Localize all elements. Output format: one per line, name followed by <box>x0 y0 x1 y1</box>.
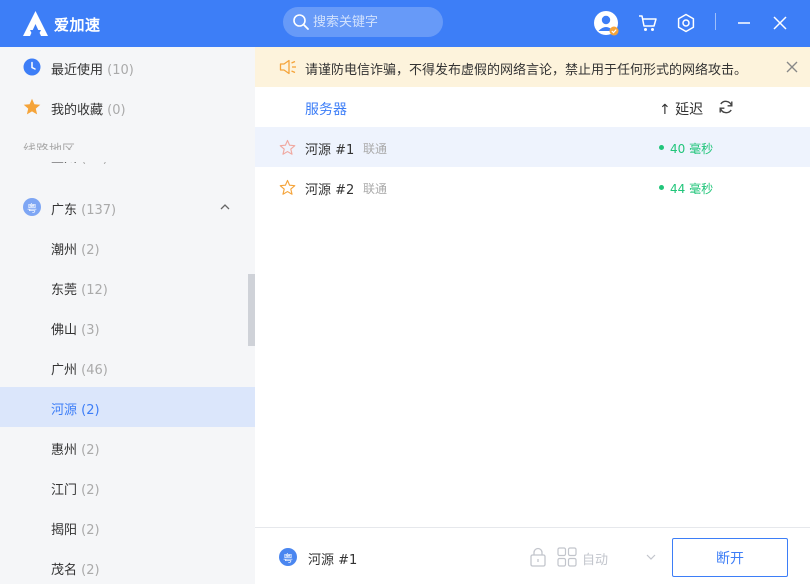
sidebar-item-label: 河源 <box>51 403 78 418</box>
sidebar-item-label: 我的收藏 <box>51 103 104 118</box>
sidebar-item-count: (2) <box>81 483 100 498</box>
disconnect-button[interactable]: 断开 <box>672 538 788 577</box>
sidebar-item-city[interactable]: 江门 (2) <box>0 467 255 507</box>
server-row[interactable]: 河源 #1 联通 40 毫秒 <box>255 127 810 167</box>
title-bar: 爱加速 <box>0 0 810 47</box>
column-header-latency[interactable]: ↑ 延迟 <box>659 99 703 119</box>
minimize-button[interactable] <box>730 9 758 37</box>
search-icon <box>293 14 309 30</box>
region-badge-icon: 粤 <box>279 548 297 566</box>
table-header: 服务器 ↑ 延迟 <box>255 87 810 127</box>
lock-icon[interactable] <box>529 547 547 567</box>
close-icon[interactable] <box>785 60 799 74</box>
status-dot <box>659 145 664 150</box>
sidebar-item-recent[interactable]: 最近使用 (10) <box>0 47 255 87</box>
user-avatar-button[interactable] <box>592 9 620 37</box>
sidebar-item-label: 佛山 <box>51 323 78 338</box>
sidebar-item-label: 东莞 <box>51 283 78 298</box>
sidebar-item-count: (2) <box>81 443 100 458</box>
grid-icon[interactable] <box>557 547 577 567</box>
server-latency: 44 毫秒 <box>659 180 713 197</box>
server-latency: 40 毫秒 <box>659 140 713 157</box>
server-isp: 联通 <box>363 142 388 156</box>
sidebar-item-favorites[interactable]: 我的收藏 (0) <box>0 87 255 127</box>
cart-button[interactable] <box>634 9 662 37</box>
notice-banner: 请谨防电信诈骗，不得发布虚假的网络言论，禁止用于任何形式的网络攻击。 <box>255 47 810 87</box>
chevron-up-icon[interactable] <box>219 201 231 213</box>
close-icon <box>773 16 787 30</box>
current-server: 河源 #1 <box>308 553 358 568</box>
sidebar-item-count: (12) <box>81 283 108 298</box>
sidebar-item-city[interactable]: 潮州 (2) <box>0 227 255 267</box>
main-panel: 请谨防电信诈骗，不得发布虚假的网络言论，禁止用于任何形式的网络攻击。 服务器 ↑… <box>255 47 810 584</box>
server-row[interactable]: 河源 #2 联通 44 毫秒 <box>255 167 810 207</box>
sidebar-item-label: 广东 <box>51 203 78 218</box>
sidebar-item-count: (2) <box>81 403 100 418</box>
sidebar-item-count: (137) <box>81 203 117 218</box>
star-icon <box>23 98 41 115</box>
bottom-bar: 粤 河源 #1 自动 断开 <box>255 527 810 584</box>
sidebar-item-city[interactable]: 广州 (46) <box>0 347 255 387</box>
sidebar-item-count: (0) <box>107 103 126 118</box>
sidebar-item-count: (2) <box>81 563 100 578</box>
app-name: 爱加速 <box>54 16 101 34</box>
section-mask <box>0 150 248 162</box>
sidebar-item-label: 潮州 <box>51 243 78 258</box>
chevron-down-icon[interactable] <box>646 553 656 561</box>
mode-select[interactable]: 自动 <box>582 549 608 568</box>
sidebar: 最近使用 (10) 我的收藏 (0) 线路地区 兰州 (39) 粤 广东 (13… <box>0 47 255 584</box>
server-name: 河源 #1 <box>305 143 355 158</box>
sidebar-item-count: (10) <box>107 63 134 78</box>
sidebar-item-city[interactable]: 茂名 (2) <box>0 547 255 584</box>
clock-icon <box>23 58 41 76</box>
star-outline-icon[interactable] <box>279 179 296 196</box>
titlebar-divider <box>715 13 716 30</box>
settings-button[interactable] <box>672 9 700 37</box>
sidebar-item-label: 江门 <box>51 483 78 498</box>
star-outline-icon[interactable] <box>279 139 296 156</box>
column-header-server[interactable]: 服务器 <box>305 99 347 119</box>
refresh-icon[interactable] <box>718 99 734 115</box>
search-input[interactable] <box>313 7 438 37</box>
search-box[interactable] <box>283 7 443 37</box>
user-avatar-icon <box>594 11 619 36</box>
sidebar-item-label: 茂名 <box>51 563 78 578</box>
status-dot <box>659 185 664 190</box>
region-badge-icon: 粤 <box>23 198 41 216</box>
sidebar-item-count: (3) <box>81 323 100 338</box>
sidebar-item-label: 惠州 <box>51 443 78 458</box>
sidebar-item-guangdong[interactable]: 粤 广东 (137) <box>0 187 255 227</box>
sidebar-item-label: 揭阳 <box>51 523 78 538</box>
notice-text: 请谨防电信诈骗，不得发布虚假的网络言论，禁止用于任何形式的网络攻击。 <box>305 63 748 78</box>
sidebar-item-city[interactable]: 惠州 (2) <box>0 427 255 467</box>
cart-icon <box>639 15 657 31</box>
sidebar-item-label: 广州 <box>51 363 78 378</box>
sidebar-item-count: (2) <box>81 523 100 538</box>
server-name: 河源 #2 <box>305 183 355 198</box>
sidebar-item-city-selected[interactable]: 河源 (2) <box>0 387 255 427</box>
app-logo-icon <box>23 11 48 36</box>
speaker-icon <box>279 59 296 75</box>
close-button[interactable] <box>766 9 794 37</box>
sidebar-item-city[interactable]: 佛山 (3) <box>0 307 255 347</box>
minimize-icon <box>738 22 750 24</box>
sidebar-item-city[interactable]: 东莞 (12) <box>0 267 255 307</box>
sidebar-item-label: 最近使用 <box>51 63 104 78</box>
sidebar-item-count: (46) <box>81 363 108 378</box>
sidebar-scrollbar[interactable] <box>248 274 255 346</box>
gear-icon <box>677 13 695 33</box>
sidebar-item-city[interactable]: 揭阳 (2) <box>0 507 255 547</box>
server-isp: 联通 <box>363 182 388 196</box>
sidebar-item-count: (2) <box>81 243 100 258</box>
